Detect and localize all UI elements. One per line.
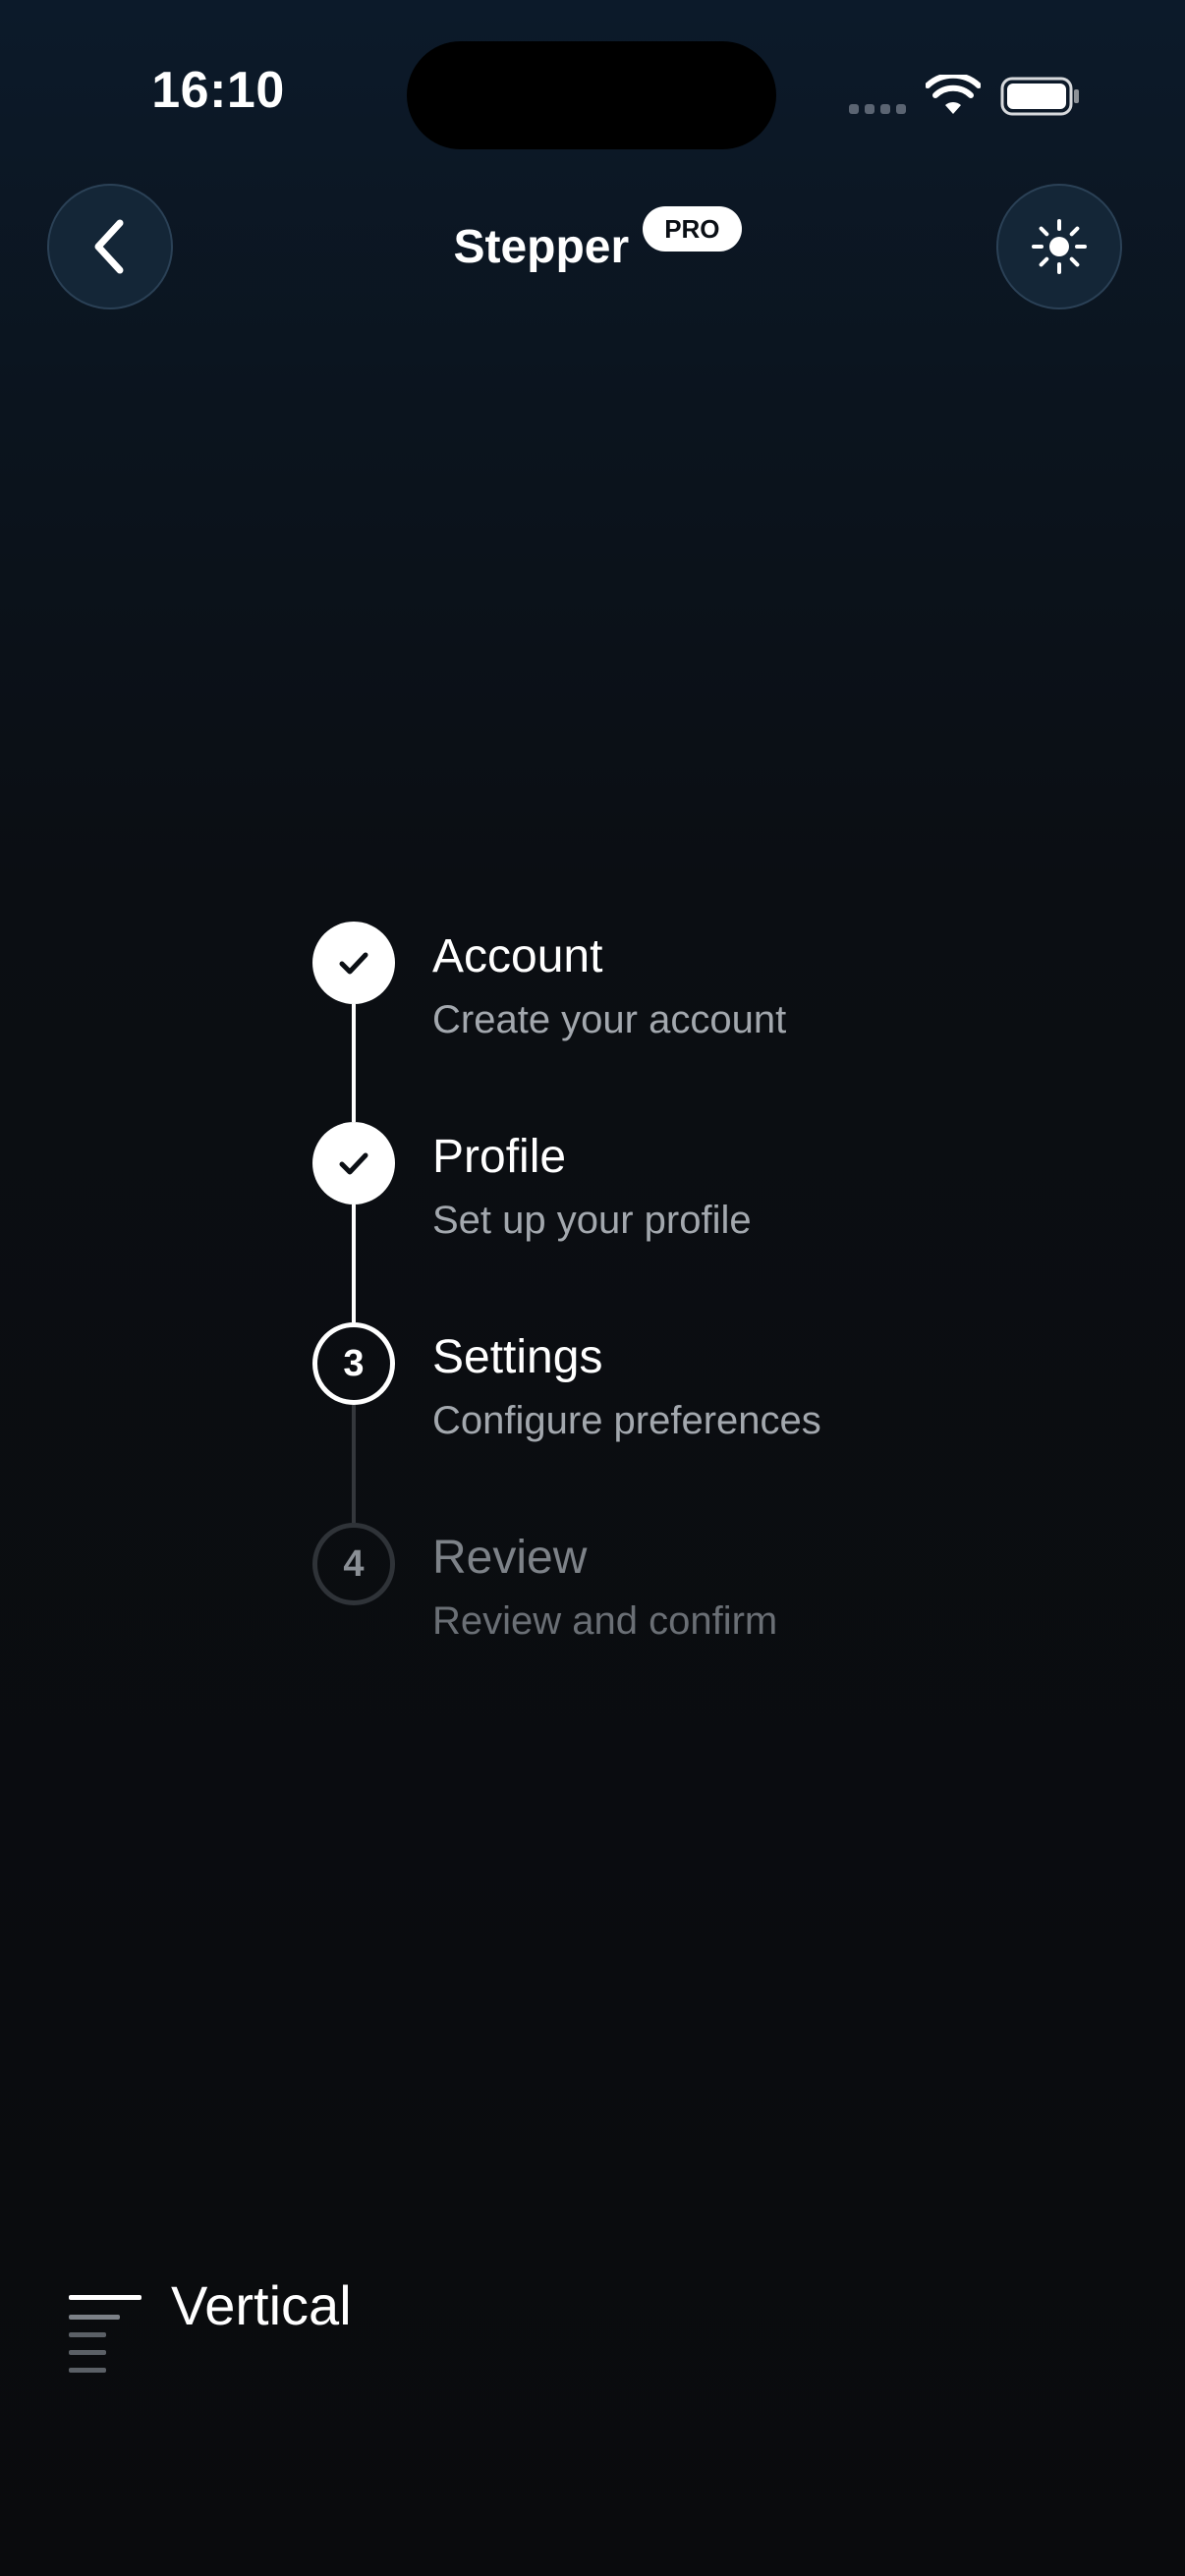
step-number-marker: 4 — [312, 1523, 395, 1605]
step-profile[interactable]: Profile Set up your profile — [312, 1122, 1020, 1322]
step-complete-marker — [312, 922, 395, 1004]
step-connector — [352, 1405, 356, 1523]
step-title: Account — [432, 930, 603, 982]
step-connector — [352, 1004, 356, 1122]
vertical-lines-icon — [69, 2295, 141, 2373]
step-title: Settings — [432, 1331, 603, 1383]
step-number-marker: 3 — [312, 1322, 395, 1405]
checkmark-icon — [339, 1152, 368, 1175]
step-subtitle: Create your account — [432, 998, 787, 1041]
signal-icon — [849, 104, 906, 114]
battery-icon — [1000, 77, 1079, 116]
sun-icon — [1032, 219, 1087, 274]
step-connector — [352, 1204, 356, 1322]
theme-toggle-button[interactable] — [996, 184, 1122, 309]
step-account[interactable]: Account Create your account — [312, 922, 1020, 1122]
checkmark-icon — [339, 952, 368, 975]
step-settings[interactable]: 3 Settings Configure preferences — [312, 1322, 1020, 1523]
step-review[interactable]: 4 Review Review and confirm — [312, 1523, 1020, 1723]
step-complete-marker — [312, 1122, 395, 1204]
wifi-icon — [926, 75, 981, 114]
layout-mode-label[interactable]: Vertical — [171, 2273, 352, 2337]
pro-badge: PRO — [643, 206, 742, 252]
step-subtitle: Review and confirm — [432, 1599, 778, 1643]
status-time: 16:10 — [151, 62, 285, 119]
step-subtitle: Configure preferences — [432, 1399, 821, 1442]
step-title: Profile — [432, 1131, 567, 1183]
step-subtitle: Set up your profile — [432, 1199, 752, 1242]
dynamic-island — [407, 41, 776, 149]
step-title: Review — [432, 1532, 588, 1584]
page-title: Stepper — [453, 221, 630, 273]
